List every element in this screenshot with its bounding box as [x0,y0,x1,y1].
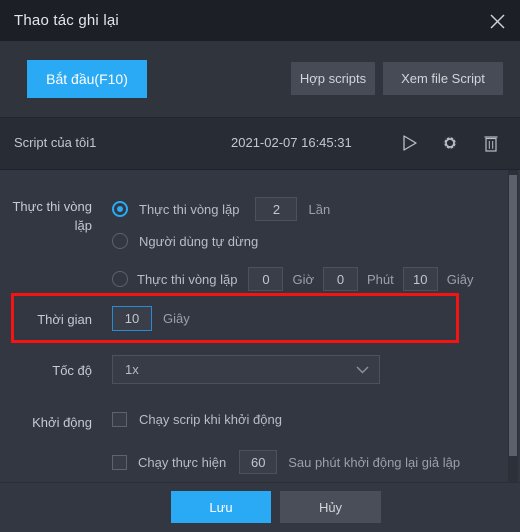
script-datetime: 2021-02-07 16:45:31 [231,135,352,150]
run-after-restart-minutes-input[interactable] [239,450,278,474]
loop-duration-label: Thực thi vòng lặp [137,271,238,287]
loop-count-row: Thực thi vòng lặp Lần [112,197,330,221]
close-icon [490,14,504,28]
user-stop-label: Người dùng tự dừng [139,233,259,249]
loop-count-unit: Lần [308,201,331,217]
script-actions [398,131,502,155]
time-row: Giây [112,306,190,331]
loop-duration-hours-unit: Giờ [292,271,315,287]
cancel-button[interactable]: Hủy [280,491,381,523]
close-button[interactable] [482,6,512,36]
time-input[interactable] [112,306,152,331]
view-script-file-button[interactable]: Xem file Script [383,62,503,95]
chevron-down-icon [356,362,369,377]
loop-duration-seconds-input[interactable] [402,267,438,291]
run-after-restart-checkbox[interactable] [112,454,127,470]
startup-label: Khởi động [32,415,92,430]
toolbar: Bắt đầu(F10) Hợp scripts Xem file Script [0,41,520,118]
delete-button[interactable] [480,131,502,155]
loop-duration-minutes-unit: Phút [367,271,394,287]
dialog-title: Thao tác ghi lại [14,12,119,29]
loop-duration-minutes-input[interactable] [323,267,359,291]
loop-count-radio[interactable] [112,201,128,217]
run-after-restart-row: Chạy thực hiện Sau phút khởi động lại gi… [112,450,460,474]
start-button[interactable]: Bắt đầu(F10) [27,60,147,98]
settings-button[interactable] [439,131,461,155]
run-after-restart-suffix: Sau phút khởi động lại giả lập [288,454,461,470]
loop-duration-row: Thực thi vòng lặp Giờ Phút Giây [112,267,474,291]
loop-duration-radio[interactable] [112,271,128,287]
trash-icon [484,135,498,152]
speed-selected-value: 1x [125,362,139,377]
loop-duration-seconds-unit: Giây [446,271,474,287]
scrollbar-thumb[interactable] [509,175,517,456]
dialog-footer: Lưu Hủy [0,482,520,532]
play-button[interactable] [398,131,420,155]
run-on-boot-row: Chạy scrip khi khởi động [112,412,282,427]
loop-count-input[interactable] [255,197,298,221]
merge-scripts-button[interactable]: Hợp scripts [291,62,375,95]
settings-form: Thực thi vòng lặp Thực thi vòng lặp Lần … [0,170,520,482]
time-label: Thời gian [37,312,92,327]
record-action-dialog: Thao tác ghi lại Bắt đầu(F10) Hợp script… [0,0,520,532]
save-button[interactable]: Lưu [171,491,271,523]
script-name: Script của tôi1 [14,135,97,150]
run-on-boot-label: Chạy scrip khi khởi động [139,412,282,427]
loop-section-label: Thực thi vòng lặp [12,199,92,233]
speed-select[interactable]: 1x [112,355,380,384]
run-on-boot-checkbox[interactable] [112,412,127,427]
loop-duration-hours-input[interactable] [248,267,284,291]
script-list-row[interactable]: Script của tôi1 2021-02-07 16:45:31 [0,118,520,170]
loop-count-label: Thực thi vòng lặp [139,201,240,217]
user-stop-row: Người dùng tự dừng [112,233,258,249]
run-after-restart-label: Chạy thực hiện [138,454,227,470]
gear-icon [442,135,458,151]
play-icon [402,135,417,151]
speed-label: Tốc độ [52,363,92,378]
user-stop-radio[interactable] [112,233,128,249]
titlebar: Thao tác ghi lại [0,0,520,41]
time-unit: Giây [163,311,190,326]
